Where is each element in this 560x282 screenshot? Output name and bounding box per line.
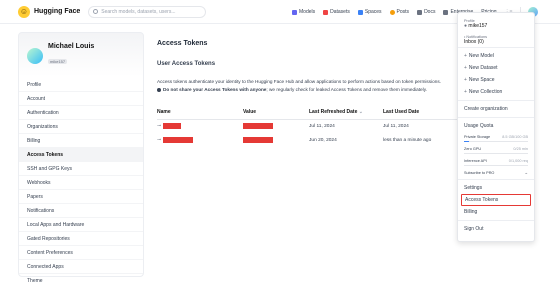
- new-dataset-item[interactable]: + New Dataset: [458, 62, 534, 74]
- avatar: [27, 47, 43, 64]
- table-row: ⊸ Jun 20, 2024 less than a minute ago: [157, 133, 457, 147]
- sidebar-item-access-tokens[interactable]: Access Tokens: [19, 148, 143, 162]
- profile-name: Michael Louis: [48, 43, 95, 50]
- menu-divider: [458, 220, 534, 221]
- new-space-item[interactable]: + New Space: [458, 74, 534, 86]
- search-input[interactable]: [101, 8, 202, 15]
- sidebar-item-billing[interactable]: Billing: [19, 134, 143, 148]
- search-box[interactable]: [88, 5, 207, 18]
- nav-posts[interactable]: Posts: [389, 9, 409, 15]
- quota-private-storage: Private Storage 8.5 GB/100 GB: [464, 134, 528, 139]
- section-title: User Access Tokens: [157, 61, 216, 67]
- page-title: Access Tokens: [157, 40, 208, 47]
- key-icon: ⊸: [157, 123, 162, 130]
- quota-zero-gpu: Zero GPU 0/25 min: [464, 146, 528, 151]
- sidebar-item-papers[interactable]: Papers: [19, 190, 143, 204]
- docs-icon: [417, 9, 423, 15]
- last-refreshed-cell: Jul 11, 2024: [309, 123, 335, 129]
- zero-gpu-bar: [464, 153, 528, 154]
- inference-api-bar: [464, 165, 528, 166]
- arrow-right-icon: →: [524, 170, 528, 175]
- sidebar-item-connected-apps[interactable]: Connected Apps: [19, 260, 143, 274]
- key-icon: ⊸: [157, 137, 162, 144]
- menu-divider: [458, 117, 534, 118]
- profile-handle: mike157: [48, 59, 68, 64]
- table-row: ⊸ Jul 11, 2024 Jul 11, 2024: [157, 119, 457, 133]
- warning-icon: [157, 87, 161, 92]
- nav-spaces[interactable]: Spaces: [357, 9, 382, 15]
- nav-docs[interactable]: Docs: [417, 9, 435, 15]
- sign-out-item[interactable]: Sign Out: [458, 223, 534, 235]
- plus-icon: +: [464, 65, 467, 71]
- settings-sidebar: Michael Louis mike157 Profile Account Au…: [18, 32, 144, 282]
- main-content: Access Tokens User Access Tokens Access …: [157, 32, 457, 147]
- profile-header: Michael Louis mike157: [19, 33, 143, 74]
- billing-item[interactable]: Billing: [458, 206, 534, 218]
- sidebar-menu: Profile Account Authentication Organizat…: [19, 78, 143, 282]
- sidebar-item-profile[interactable]: Profile: [19, 78, 143, 92]
- last-used-cell: Jul 11, 2024: [383, 123, 409, 129]
- models-icon: [292, 9, 297, 15]
- sidebar-item-content-preferences[interactable]: Content Preferences: [19, 246, 143, 260]
- enterprise-icon: [443, 9, 449, 15]
- subscribe-pro-item[interactable]: Subscribe to PRO →: [458, 168, 534, 177]
- column-header-last-used: Last Used Date: [383, 105, 457, 120]
- redacted-value: [243, 136, 273, 143]
- column-header-name: Name: [157, 105, 243, 120]
- last-refreshed-cell: Jun 20, 2024: [309, 137, 337, 143]
- token-name-cell[interactable]: ⊸: [157, 133, 243, 147]
- last-used-cell: less than a minute ago: [383, 137, 432, 143]
- token-value-cell[interactable]: [243, 133, 309, 147]
- menu-divider: [458, 100, 534, 101]
- access-tokens-item[interactable]: Access Tokens: [461, 194, 531, 206]
- usage-quota-heading: Usage Quota: [464, 123, 494, 129]
- user-dropdown-menu: Profile ● mike157 • Notifications Inbox …: [457, 12, 535, 242]
- sidebar-item-account[interactable]: Account: [19, 92, 143, 106]
- inbox-link[interactable]: Inbox (0): [458, 39, 534, 45]
- sort-icon: ⌄: [358, 108, 363, 115]
- spaces-icon: [357, 9, 363, 15]
- plus-icon: +: [464, 89, 467, 95]
- redacted-name: [163, 136, 194, 143]
- new-model-item[interactable]: + New Model: [458, 50, 534, 62]
- datasets-icon: [323, 9, 329, 15]
- sidebar-item-webhooks[interactable]: Webhooks: [19, 176, 143, 190]
- sidebar-item-gated-repositories[interactable]: Gated Repositories: [19, 232, 143, 246]
- hugging-face-logo-icon: ☺: [18, 5, 30, 18]
- settings-item[interactable]: Settings: [458, 182, 534, 194]
- create-organization-item[interactable]: Create organization: [458, 103, 534, 115]
- sidebar-item-ssh-gpg-keys[interactable]: SSH and GPG Keys: [19, 162, 143, 176]
- token-name-cell[interactable]: ⊸: [157, 119, 243, 133]
- tokens-warning: Do not share your Access Tokens with any…: [157, 87, 457, 92]
- brand-name: Hugging Face: [34, 8, 81, 15]
- tokens-table: Name Value Last Refreshed Date ⌄ Last Us…: [157, 105, 457, 147]
- plus-icon: +: [464, 77, 467, 83]
- nav-datasets[interactable]: Datasets: [323, 9, 350, 15]
- private-storage-bar-fill: [464, 141, 470, 142]
- brand-logo[interactable]: ☺ Hugging Face: [18, 5, 81, 18]
- menu-divider: [458, 47, 534, 48]
- posts-icon: [389, 9, 395, 15]
- sidebar-item-organizations[interactable]: Organizations: [19, 120, 143, 134]
- column-header-last-refreshed[interactable]: Last Refreshed Date ⌄: [309, 105, 383, 120]
- token-value-cell[interactable]: [243, 119, 309, 133]
- column-header-value: Value: [243, 105, 309, 120]
- new-collection-item[interactable]: + New Collection: [458, 86, 534, 98]
- sidebar-item-local-apps[interactable]: Local Apps and Hardware: [19, 218, 143, 232]
- sidebar-item-theme[interactable]: Theme: [19, 274, 143, 282]
- redacted-value: [243, 123, 273, 130]
- quota-inference-api: Inference API 0/1,000 req: [464, 158, 528, 163]
- nav-models[interactable]: Models: [292, 9, 315, 15]
- search-icon: [93, 9, 99, 14]
- menu-divider: [458, 179, 534, 180]
- sidebar-item-authentication[interactable]: Authentication: [19, 106, 143, 120]
- tokens-description: Access tokens authenticate your identity…: [157, 79, 442, 84]
- plus-icon: +: [464, 53, 467, 59]
- redacted-name: [163, 123, 182, 130]
- sidebar-item-notifications[interactable]: Notifications: [19, 204, 143, 218]
- private-storage-bar: [464, 141, 528, 142]
